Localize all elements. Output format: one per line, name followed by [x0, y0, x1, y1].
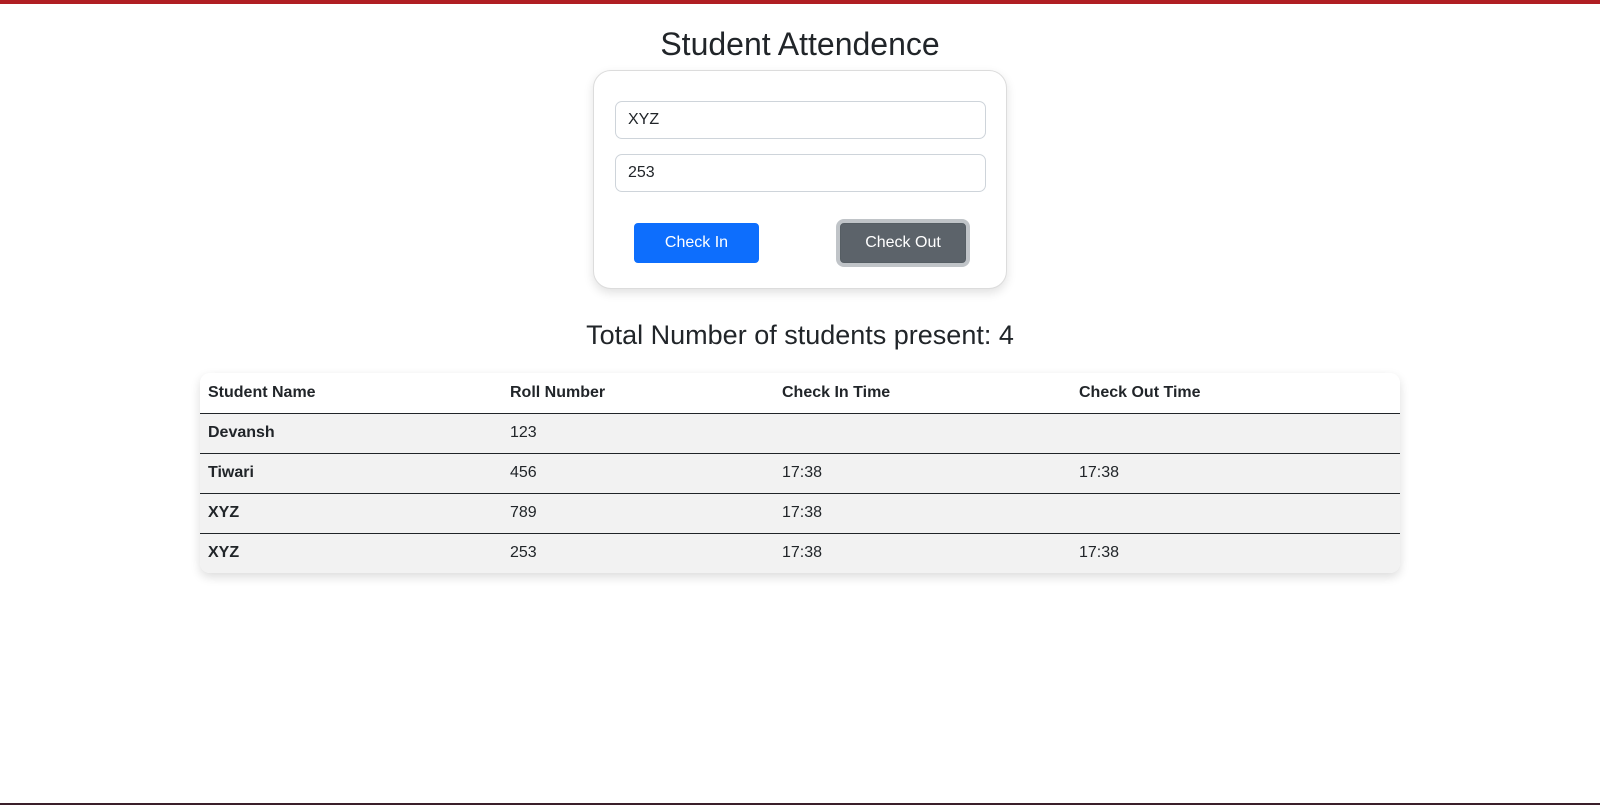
- roll-number-input[interactable]: [615, 154, 986, 192]
- page-title: Student Attendence: [660, 26, 940, 62]
- header-check-in-time: Check In Time: [774, 373, 1071, 414]
- table-row: Devansh 123: [200, 413, 1400, 453]
- cell-roll-number: 789: [502, 492, 774, 533]
- header-check-out-time: Check Out Time: [1071, 373, 1400, 414]
- cell-student-name: Devansh: [208, 424, 275, 441]
- cell-roll-number: 456: [502, 452, 774, 493]
- top-accent-bar: [0, 0, 1600, 4]
- total-present-heading: Total Number of students present: 4: [586, 320, 1014, 350]
- table-row: XYZ 789 17:38: [200, 492, 1400, 533]
- cell-check-in-time: 17:38: [774, 452, 1071, 493]
- cell-student-name: XYZ: [200, 492, 502, 533]
- table-row: XYZ 253 17:38 17:38: [200, 532, 1400, 573]
- cell-check-in-time: 17:38: [774, 532, 1071, 573]
- header-student-name: Student Name: [200, 373, 502, 414]
- cell-student-name: Tiwari: [200, 452, 502, 493]
- cell-roll-number: 253: [502, 532, 774, 573]
- cell-check-out-time: [1071, 413, 1400, 453]
- cell-check-out-time: 17:38: [1071, 532, 1400, 573]
- attendance-table-container: Student Name Roll Number Check In Time C…: [200, 373, 1400, 573]
- cell-student-name: XYZ: [200, 532, 502, 573]
- check-in-button[interactable]: Check In: [634, 223, 759, 263]
- table-row: Tiwari 456 17:38 17:38: [200, 452, 1400, 493]
- student-name-input[interactable]: [615, 101, 986, 139]
- cell-check-in-time: 17:38: [774, 492, 1071, 533]
- cell-roll-number: 123: [510, 424, 537, 441]
- check-out-button[interactable]: Check Out: [840, 223, 966, 263]
- attendance-form: Check In Check Out: [593, 70, 1007, 289]
- cell-check-out-time: 17:38: [1071, 452, 1400, 493]
- table-header-row: Student Name Roll Number Check In Time C…: [200, 373, 1400, 414]
- cell-check-in-time: [774, 413, 1071, 453]
- cell-check-out-time: [1071, 492, 1400, 533]
- header-roll-number: Roll Number: [502, 373, 774, 414]
- attendance-table: Student Name Roll Number Check In Time C…: [200, 373, 1400, 573]
